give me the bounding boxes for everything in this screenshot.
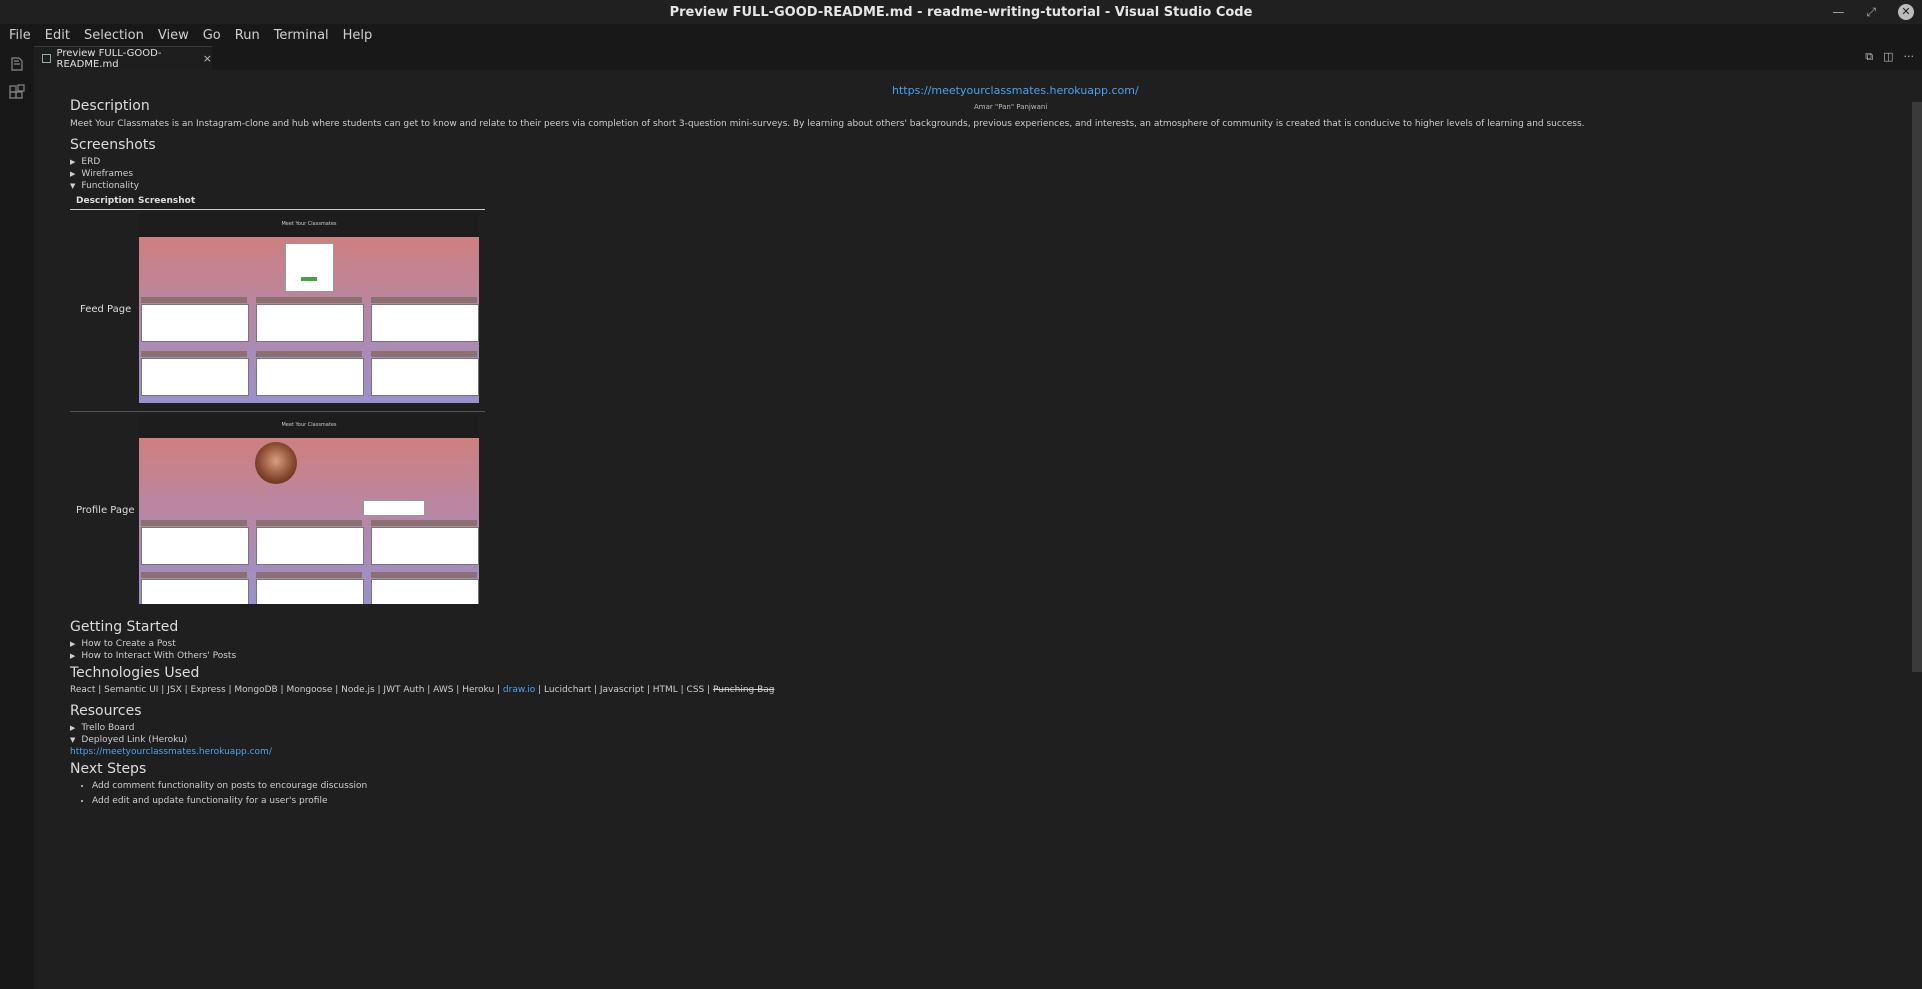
open-source-icon[interactable]: ⧉ [1865,50,1873,64]
minimize-icon[interactable]: — [1832,5,1844,19]
menu-run[interactable]: Run [230,28,265,43]
collapsed-triangle-icon: ▶ [70,724,76,732]
next-steps-list: Add comment functionality on posts to en… [70,781,367,811]
description-text: Meet Your Classmates is an Instagram-clo… [70,119,1585,129]
activity-bar [0,46,34,989]
list-item: Add edit and update functionality for a … [92,796,367,806]
details-functionality[interactable]: ▼ Functionality [70,181,139,191]
tab-label: Preview FULL-GOOD-README.md [56,47,162,70]
collapsed-triangle-icon: ▶ [70,170,76,178]
shot-brand: Meet Your Classmates [281,221,337,227]
menu-help[interactable]: Help [338,28,378,43]
top-link[interactable]: https://meetyourclassmates.herokuapp.com… [892,84,1139,97]
shot-brand: Meet Your Classmates [281,422,337,428]
window-title: Preview FULL-GOOD-README.md - readme-wri… [669,4,1253,20]
tech-heading: Technologies Used [70,665,200,681]
markdown-preview[interactable]: https://meetyourclassmates.herokuapp.com… [34,70,1922,989]
feed-page-screenshot: Meet Your Classmates [139,213,479,403]
details-deployed-link[interactable]: ▼ Deployed Link (Heroku) [70,735,187,745]
tech-text: | Lucidchart | Javascript | HTML | CSS | [535,685,713,695]
details-interact-posts[interactable]: ▶ How to Interact With Others' Posts [70,651,236,661]
table-header-screenshot: Screenshot [138,196,196,206]
details-label: Trello Board [81,723,135,733]
resources-heading: Resources [70,703,142,719]
table-header-description: Description [76,196,135,206]
collapsed-triangle-icon: ▶ [70,652,76,660]
deployed-link[interactable]: https://meetyourclassmates.herokuapp.com… [70,747,272,757]
getting-started-heading: Getting Started [70,619,179,635]
details-erd[interactable]: ▶ ERD [70,157,100,167]
tab-close-icon[interactable]: × [203,52,212,65]
menu-terminal[interactable]: Terminal [269,28,334,43]
expanded-triangle-icon: ▼ [70,182,76,190]
editor-actions: ⧉ ◫ ··· [1865,50,1914,64]
menu-bar: File Edit Selection View Go Run Terminal… [0,24,1922,46]
explorer-icon[interactable] [8,56,26,74]
details-create-post[interactable]: ▶ How to Create a Post [70,639,176,649]
row-label-profile: Profile Page [76,505,135,516]
menu-go[interactable]: Go [198,28,226,43]
collapsed-triangle-icon: ▶ [70,158,76,166]
menu-view[interactable]: View [153,28,194,43]
row-label-feed: Feed Page [80,304,132,315]
tab-bar: Preview FULL-GOOD-README.md × ⧉ ◫ ··· [34,46,1922,70]
profile-page-screenshot: Meet Your Classmates [139,414,479,604]
expanded-triangle-icon: ▼ [70,736,76,744]
collapsed-triangle-icon: ▶ [70,640,76,648]
tech-list: React | Semantic UI | JSX | Express | Mo… [70,685,775,695]
window-controls: — ⤢ ✕ [1832,0,1914,24]
menu-selection[interactable]: Selection [79,28,149,43]
restore-icon[interactable]: ⤢ [1866,5,1876,20]
description-heading: Description [70,98,150,114]
tab-preview-readme[interactable]: Preview FULL-GOOD-README.md × [34,46,212,70]
next-steps-heading: Next Steps [70,761,147,777]
details-label: Deployed Link (Heroku) [81,735,188,745]
scrollbar[interactable] [1912,102,1922,672]
more-actions-icon[interactable]: ··· [1904,50,1915,64]
extensions-icon[interactable] [8,84,26,102]
details-wireframes[interactable]: ▶ Wireframes [70,169,133,179]
tech-text: React | Semantic UI | JSX | Express | Mo… [70,685,503,695]
split-editor-icon[interactable]: ◫ [1883,50,1893,64]
title-bar: Preview FULL-GOOD-README.md - readme-wri… [0,0,1922,24]
details-label: How to Interact With Others' Posts [81,651,237,661]
drawio-link[interactable]: draw.io [503,685,535,695]
list-item: Add comment functionality on posts to en… [92,781,367,791]
details-label: How to Create a Post [81,639,176,649]
close-window-icon[interactable]: ✕ [1898,4,1914,20]
details-label: ERD [81,157,101,167]
menu-file[interactable]: File [4,28,36,43]
struck-text: Punching Bag [713,685,775,695]
avatar [255,442,297,484]
preview-icon [42,54,51,63]
details-label: Wireframes [81,169,134,179]
screenshots-heading: Screenshots [70,137,156,153]
table-header-rule [70,209,485,210]
author-text: Amar "Pan" Panjwani [974,103,1048,111]
table-row-rule [70,411,485,412]
details-label: Functionality [81,181,140,191]
menu-edit[interactable]: Edit [40,28,75,43]
details-trello[interactable]: ▶ Trello Board [70,723,134,733]
